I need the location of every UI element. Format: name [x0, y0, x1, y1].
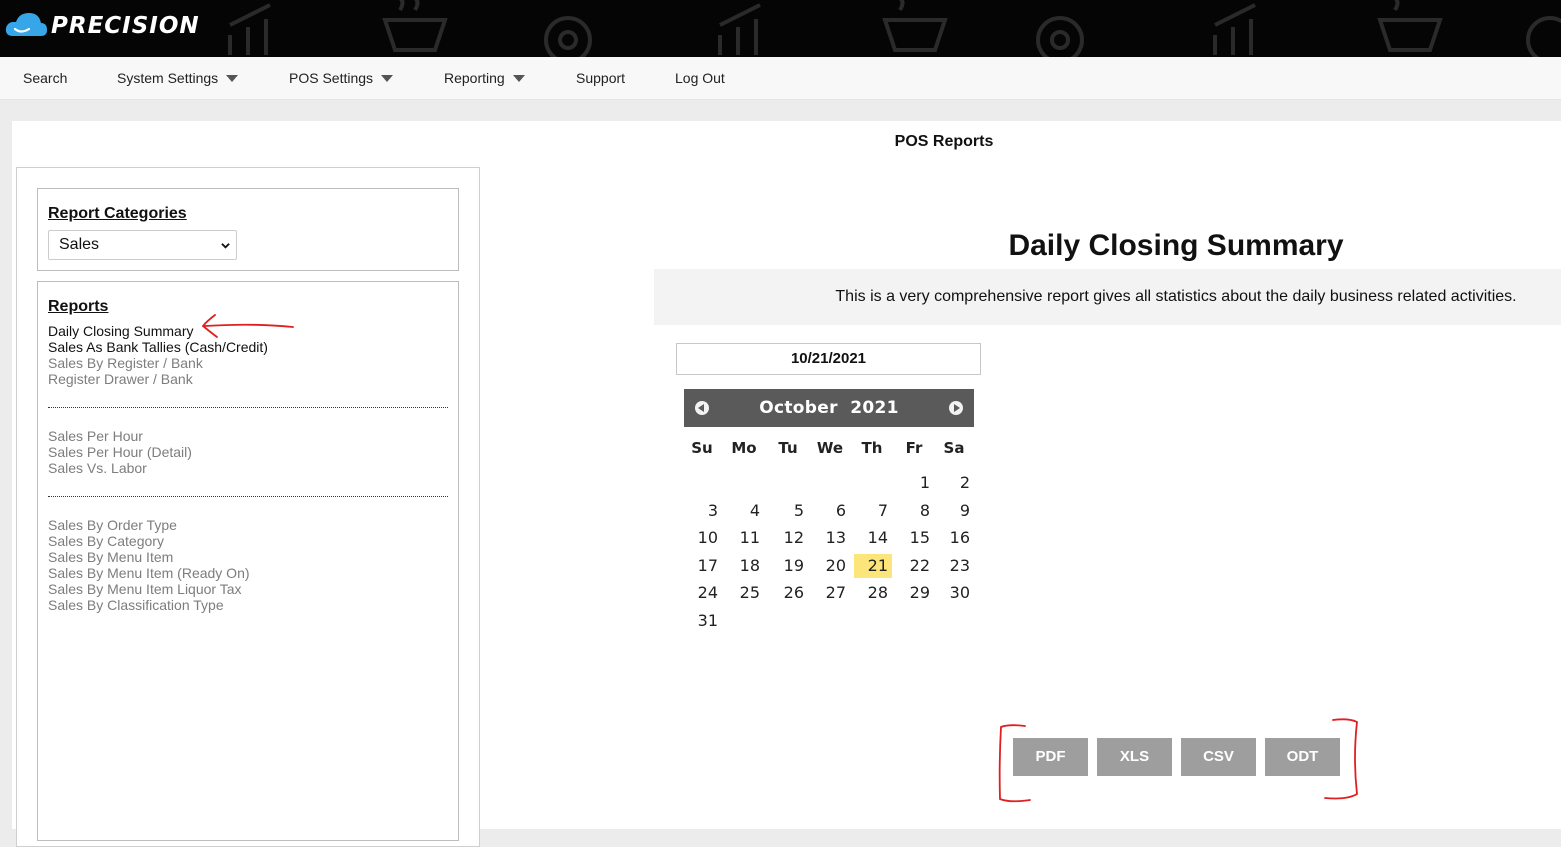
divider [48, 496, 448, 497]
calendar-day[interactable]: 20 [812, 554, 850, 578]
nav-search[interactable]: Search [23, 57, 67, 100]
calendar-year: 2021 [850, 398, 899, 418]
nav-system-settings-label: System Settings [117, 70, 219, 86]
divider [48, 407, 448, 408]
calendar-day[interactable]: 29 [896, 581, 934, 605]
calendar-day[interactable]: 6 [812, 499, 850, 523]
calendar-day[interactable]: 26 [770, 581, 808, 605]
calendar-day[interactable]: 8 [896, 499, 934, 523]
calendar-day[interactable]: 16 [936, 526, 974, 550]
weekday-header: Th [861, 439, 883, 457]
export-odt-button[interactable]: ODT [1265, 738, 1340, 776]
calendar-day[interactable]: 10 [684, 526, 722, 550]
nav-reporting[interactable]: Reporting [444, 57, 525, 100]
report-link-sales-vs-labor[interactable]: Sales Vs. Labor [48, 460, 147, 476]
nav-log-out-label: Log Out [675, 70, 725, 86]
nav-log-out[interactable]: Log Out [675, 57, 725, 100]
calendar-day[interactable]: 22 [896, 554, 934, 578]
calendar-day[interactable]: 2 [936, 471, 974, 495]
report-link-sales-by-menu-item[interactable]: Sales By Menu Item [48, 549, 173, 565]
weekday-header: Fr [905, 439, 923, 457]
next-month-icon[interactable] [949, 401, 963, 415]
caret-down-icon [226, 74, 239, 82]
reports-heading: Reports [48, 298, 109, 315]
calendar-day[interactable]: 27 [812, 581, 850, 605]
nav-search-label: Search [23, 70, 68, 86]
report-link-sales-by-menu-item-ready-on[interactable]: Sales By Menu Item (Ready On) [48, 565, 250, 581]
nav-reporting-label: Reporting [444, 70, 505, 86]
report-link-sales-by-register-bank[interactable]: Sales By Register / Bank [48, 355, 203, 371]
report-description-band: This is a very comprehensive report give… [654, 269, 1561, 325]
content-panel: POS Reports Report Categories Sales Repo… [12, 121, 1561, 847]
report-description: This is a very comprehensive report give… [835, 288, 1517, 305]
report-link-sales-by-order-type[interactable]: Sales By Order Type [48, 517, 177, 533]
calendar-day[interactable]: 12 [770, 526, 808, 550]
weekday-header: Su [691, 439, 713, 457]
nav-support[interactable]: Support [576, 57, 625, 100]
nav-system-settings[interactable]: System Settings [117, 57, 239, 100]
calendar-day[interactable]: 19 [770, 554, 808, 578]
calendar-header: October 2021 [684, 389, 974, 427]
calendar-day[interactable]: 23 [936, 554, 974, 578]
report-categories-heading: Report Categories [48, 205, 187, 222]
calendar-day[interactable]: 17 [684, 554, 722, 578]
calendar-day[interactable]: 28 [854, 581, 892, 605]
report-link-sales-per-hour-detail[interactable]: Sales Per Hour (Detail) [48, 444, 192, 460]
nav-pos-settings[interactable]: POS Settings [289, 57, 394, 100]
report-link-sales-by-classification-type[interactable]: Sales By Classification Type [48, 597, 224, 613]
export-pdf-button[interactable]: PDF [1013, 738, 1088, 776]
banner-background-pattern [228, 0, 1561, 57]
top-banner: PRECISION [0, 0, 1561, 57]
weekday-header: We [816, 439, 844, 457]
calendar-day[interactable]: 5 [770, 499, 808, 523]
export-xls-button[interactable]: XLS [1097, 738, 1172, 776]
report-sidebar: Report Categories Sales Reports Daily Cl… [16, 167, 480, 847]
calendar-grid: Su Mo Tu We Th Fr Sa 1 2 3 4 5 6 7 8 9 10 11 12 13 14 15 16 17 1… [684, 427, 974, 630]
calendar-day[interactable]: 25 [726, 581, 764, 605]
calendar-day[interactable]: 31 [684, 609, 722, 633]
main-nav: Search System Settings POS Settings Repo… [0, 57, 1561, 100]
calendar-day[interactable]: 30 [936, 581, 974, 605]
caret-down-icon [381, 74, 394, 82]
calendar-day[interactable]: 7 [854, 499, 892, 523]
report-categories-box: Report Categories Sales [37, 188, 459, 271]
report-link-sales-by-menu-item-liquor-tax[interactable]: Sales By Menu Item Liquor Tax [48, 581, 242, 597]
export-csv-button[interactable]: CSV [1181, 738, 1256, 776]
calendar-day[interactable]: 18 [726, 554, 764, 578]
caret-down-icon [512, 74, 525, 82]
cloud-icon [5, 13, 47, 36]
report-link-sales-by-category[interactable]: Sales By Category [48, 533, 164, 549]
calendar-day[interactable]: 15 [896, 526, 934, 550]
report-link-daily-closing-summary[interactable]: Daily Closing Summary [48, 323, 193, 339]
calendar-day[interactable]: 24 [684, 581, 722, 605]
calendar-month: October [759, 398, 838, 418]
brand-logo[interactable]: PRECISION [5, 10, 200, 42]
brand-name: PRECISION [51, 13, 200, 39]
reports-box: Reports Daily Closing Summary Sales As B… [37, 281, 459, 841]
page-title: POS Reports [894, 133, 994, 150]
calendar-day[interactable]: 3 [684, 499, 722, 523]
date-input[interactable]: 10/21/2021 [676, 343, 981, 375]
category-select[interactable]: Sales [48, 230, 237, 260]
weekday-header: Mo [731, 439, 757, 457]
calendar-day[interactable]: 9 [936, 499, 974, 523]
report-link-sales-per-hour[interactable]: Sales Per Hour [48, 428, 143, 444]
report-link-register-drawer-bank[interactable]: Register Drawer / Bank [48, 371, 193, 387]
nav-support-label: Support [576, 70, 626, 86]
date-picker-calendar: October 2021 Su Mo Tu We Th Fr Sa 1 2 3 4 5 6 7 8 9 10 11… [684, 389, 974, 630]
report-title: Daily Closing Summary [1008, 229, 1344, 262]
calendar-day[interactable]: 4 [726, 499, 764, 523]
calendar-day-selected[interactable]: 21 [854, 553, 892, 578]
report-link-sales-as-bank-tallies[interactable]: Sales As Bank Tallies (Cash/Credit) [48, 339, 268, 355]
nav-pos-settings-label: POS Settings [289, 70, 374, 86]
calendar-day[interactable]: 13 [812, 526, 850, 550]
weekday-header: Tu [778, 439, 798, 457]
category-select-value: Sales [59, 236, 100, 253]
calendar-month-year: October 2021 [684, 389, 974, 427]
calendar-day[interactable]: 11 [726, 526, 764, 550]
chevron-down-icon [221, 243, 230, 249]
calendar-day[interactable]: 14 [854, 526, 892, 550]
calendar-day[interactable]: 1 [896, 471, 934, 495]
weekday-header: Sa [943, 439, 965, 457]
